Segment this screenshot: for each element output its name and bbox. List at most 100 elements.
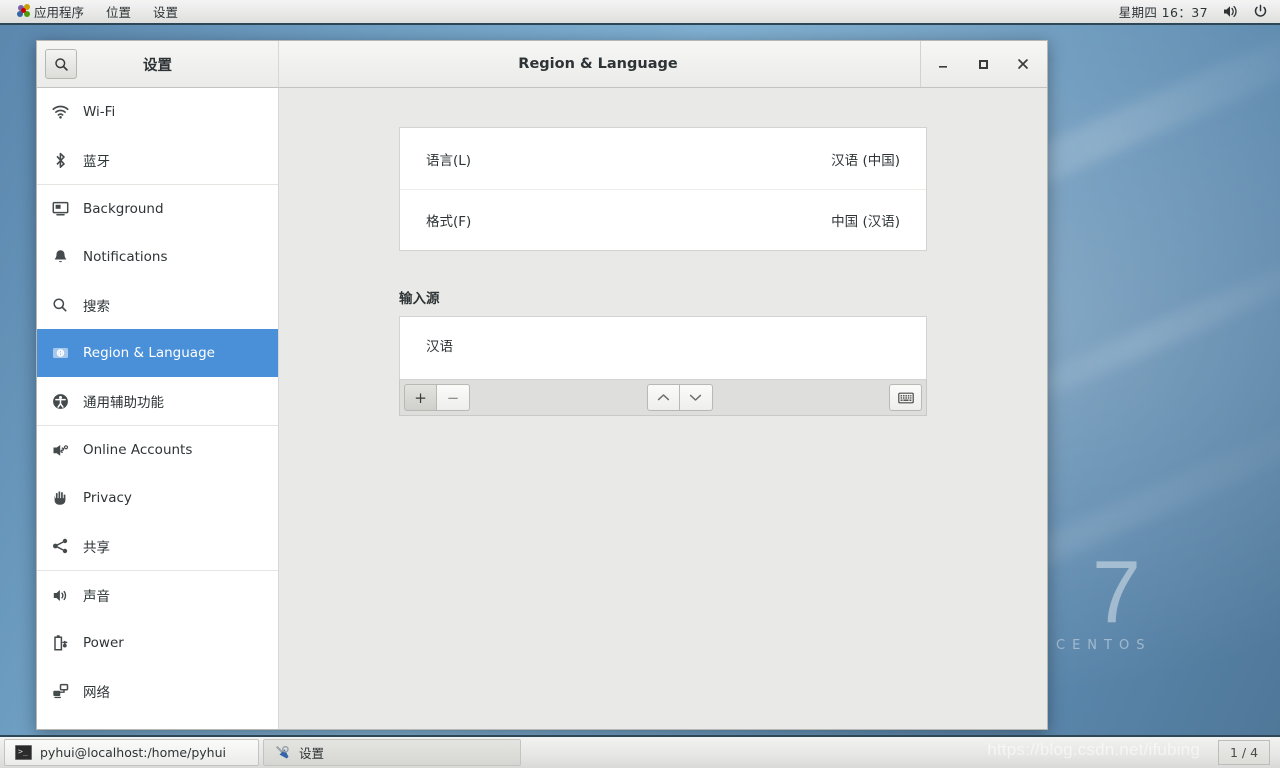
sidebar-item-label: Online Accounts [83,442,193,458]
sidebar-item-region-language[interactable]: Region & Language [37,329,278,377]
menu-settings[interactable]: 设置 [142,0,189,25]
clock[interactable]: 星期四 16：37 [1119,2,1208,21]
window-body: Wi-Fi 蓝牙 Background Notifications 搜索 Reg… [37,88,1047,729]
sidebar-item-label: Notifications [83,249,168,265]
sidebar-item-network[interactable]: 网络 [37,667,278,715]
sidebar-item-label: 通用辅助功能 [83,395,164,411]
menu-places[interactable]: 位置 [95,0,142,25]
list-item[interactable]: 汉语 [400,327,926,363]
language-row[interactable]: 语言(L) 汉语 (中国) [400,128,926,189]
close-button[interactable] [1003,41,1043,87]
minus-icon: − [446,388,460,407]
region-language-panel: 语言(L) 汉语 (中国) 格式(F) 中国 (汉语) 输入源 汉语 + − [279,88,1047,416]
sound-icon [51,586,69,604]
sidebar-item-bluetooth[interactable]: 蓝牙 [37,136,278,184]
top-panel-tray: 星期四 16：37 [1119,2,1280,21]
sidebar: Wi-Fi 蓝牙 Background Notifications 搜索 Reg… [37,88,279,729]
sidebar-item-label: Wi-Fi [83,104,116,120]
centos-logo-word: CENTOS [1056,638,1152,653]
sidebar-item-accessibility[interactable]: 通用辅助功能 [37,377,278,425]
format-label: 格式(F) [426,214,472,230]
search-icon [54,57,68,71]
background-icon [51,200,69,218]
sidebar-item-label: 共享 [83,540,110,556]
taskbar-item-label: pyhui@localhost:/home/pyhui [40,745,226,760]
bluetooth-icon [51,151,69,169]
sidebar-item-background[interactable]: Background [37,185,278,233]
workspace-switcher[interactable]: 1 / 4 [1218,740,1270,765]
language-value: 汉语 (中国) [831,152,900,169]
top-panel: 应用程序 位置 设置 星期四 16：37 [0,0,1280,25]
content-area: 语言(L) 汉语 (中国) 格式(F) 中国 (汉语) 输入源 汉语 + − [279,88,1047,729]
terminal-icon: >_ [15,745,32,760]
privacy-hand-icon [51,489,69,507]
tools-icon [274,745,291,761]
input-sources-heading: 输入源 [399,291,440,307]
minimize-button[interactable] [923,41,963,87]
taskbar-item-label: 设置 [299,746,325,761]
top-panel-menus: 应用程序 位置 设置 [0,0,189,25]
network-icon [51,682,69,700]
taskbar: >_ pyhui@localhost:/home/pyhui 设置 1 / 4 [0,735,1280,768]
power-icon[interactable] [1253,4,1268,19]
sidebar-item-label: 蓝牙 [83,154,110,170]
plus-icon: + [414,388,427,407]
sidebar-item-online-accounts[interactable]: Online Accounts [37,426,278,474]
wifi-icon [51,103,69,121]
maximize-button[interactable] [963,41,1003,87]
sidebar-item-notifications[interactable]: Notifications [37,233,278,281]
input-sources-toolbar: + − [399,379,927,416]
sidebar-item-wifi[interactable]: Wi-Fi [37,88,278,136]
sidebar-item-label: 搜索 [83,299,110,315]
taskbar-item-terminal[interactable]: >_ pyhui@localhost:/home/pyhui [4,739,259,766]
menu-applications-label: 应用程序 [34,4,85,20]
search-button[interactable] [45,49,77,79]
remove-input-source-button[interactable]: − [437,384,470,411]
search-icon [51,296,69,314]
language-label: 语言(L) [426,152,472,169]
move-up-button[interactable] [646,384,680,411]
language-format-card: 语言(L) 汉语 (中国) 格式(F) 中国 (汉语) [399,127,927,251]
input-source-label: 汉语 [426,339,453,355]
sidebar-item-sound[interactable]: 声音 [37,571,278,619]
taskbar-item-settings[interactable]: 设置 [263,739,521,766]
power-battery-icon [51,634,69,652]
sidebar-item-label: Region & Language [83,345,215,361]
minimize-icon [939,66,947,68]
sidebar-fade [37,715,278,729]
format-row[interactable]: 格式(F) 中国 (汉语) [400,189,926,250]
move-down-button[interactable] [679,384,713,411]
window-title-bar: Region & Language [279,41,1047,88]
close-icon [1018,59,1028,69]
keyboard-icon [897,392,914,403]
show-keyboard-layout-button[interactable] [889,384,922,411]
bell-icon [51,248,69,266]
sidebar-item-privacy[interactable]: Privacy [37,474,278,522]
sidebar-item-label: 网络 [83,685,110,701]
sidebar-item-label: Power [83,635,124,651]
window-header: 设置 Region & Language [37,41,1047,88]
centos-logo: 7 CENTOS [1052,548,1252,668]
sidebar-item-search[interactable]: 搜索 [37,281,278,329]
move-group [646,384,713,411]
centos-logo-number: 7 [1092,542,1141,641]
chevron-down-icon [689,394,702,401]
gnome-foot-icon [17,4,31,18]
add-input-source-button[interactable]: + [404,384,437,411]
sidebar-item-power[interactable]: Power [37,619,278,667]
menu-applications[interactable]: 应用程序 [6,0,95,25]
input-sources-list: 汉语 [399,316,927,379]
add-remove-group: + − [404,384,470,411]
keyboard-group [889,384,922,411]
sharing-icon [51,537,69,555]
region-language-icon [51,344,69,362]
window-controls [920,41,1043,87]
online-accounts-icon [51,441,69,459]
sidebar-item-label: Privacy [83,490,132,506]
sidebar-item-label: Background [83,201,164,217]
chevron-up-icon [657,394,669,401]
volume-icon[interactable] [1222,4,1239,19]
settings-window: 设置 Region & Language Wi-Fi 蓝牙 Background… [36,40,1048,730]
accessibility-icon [51,392,69,410]
sidebar-item-sharing[interactable]: 共享 [37,522,278,570]
